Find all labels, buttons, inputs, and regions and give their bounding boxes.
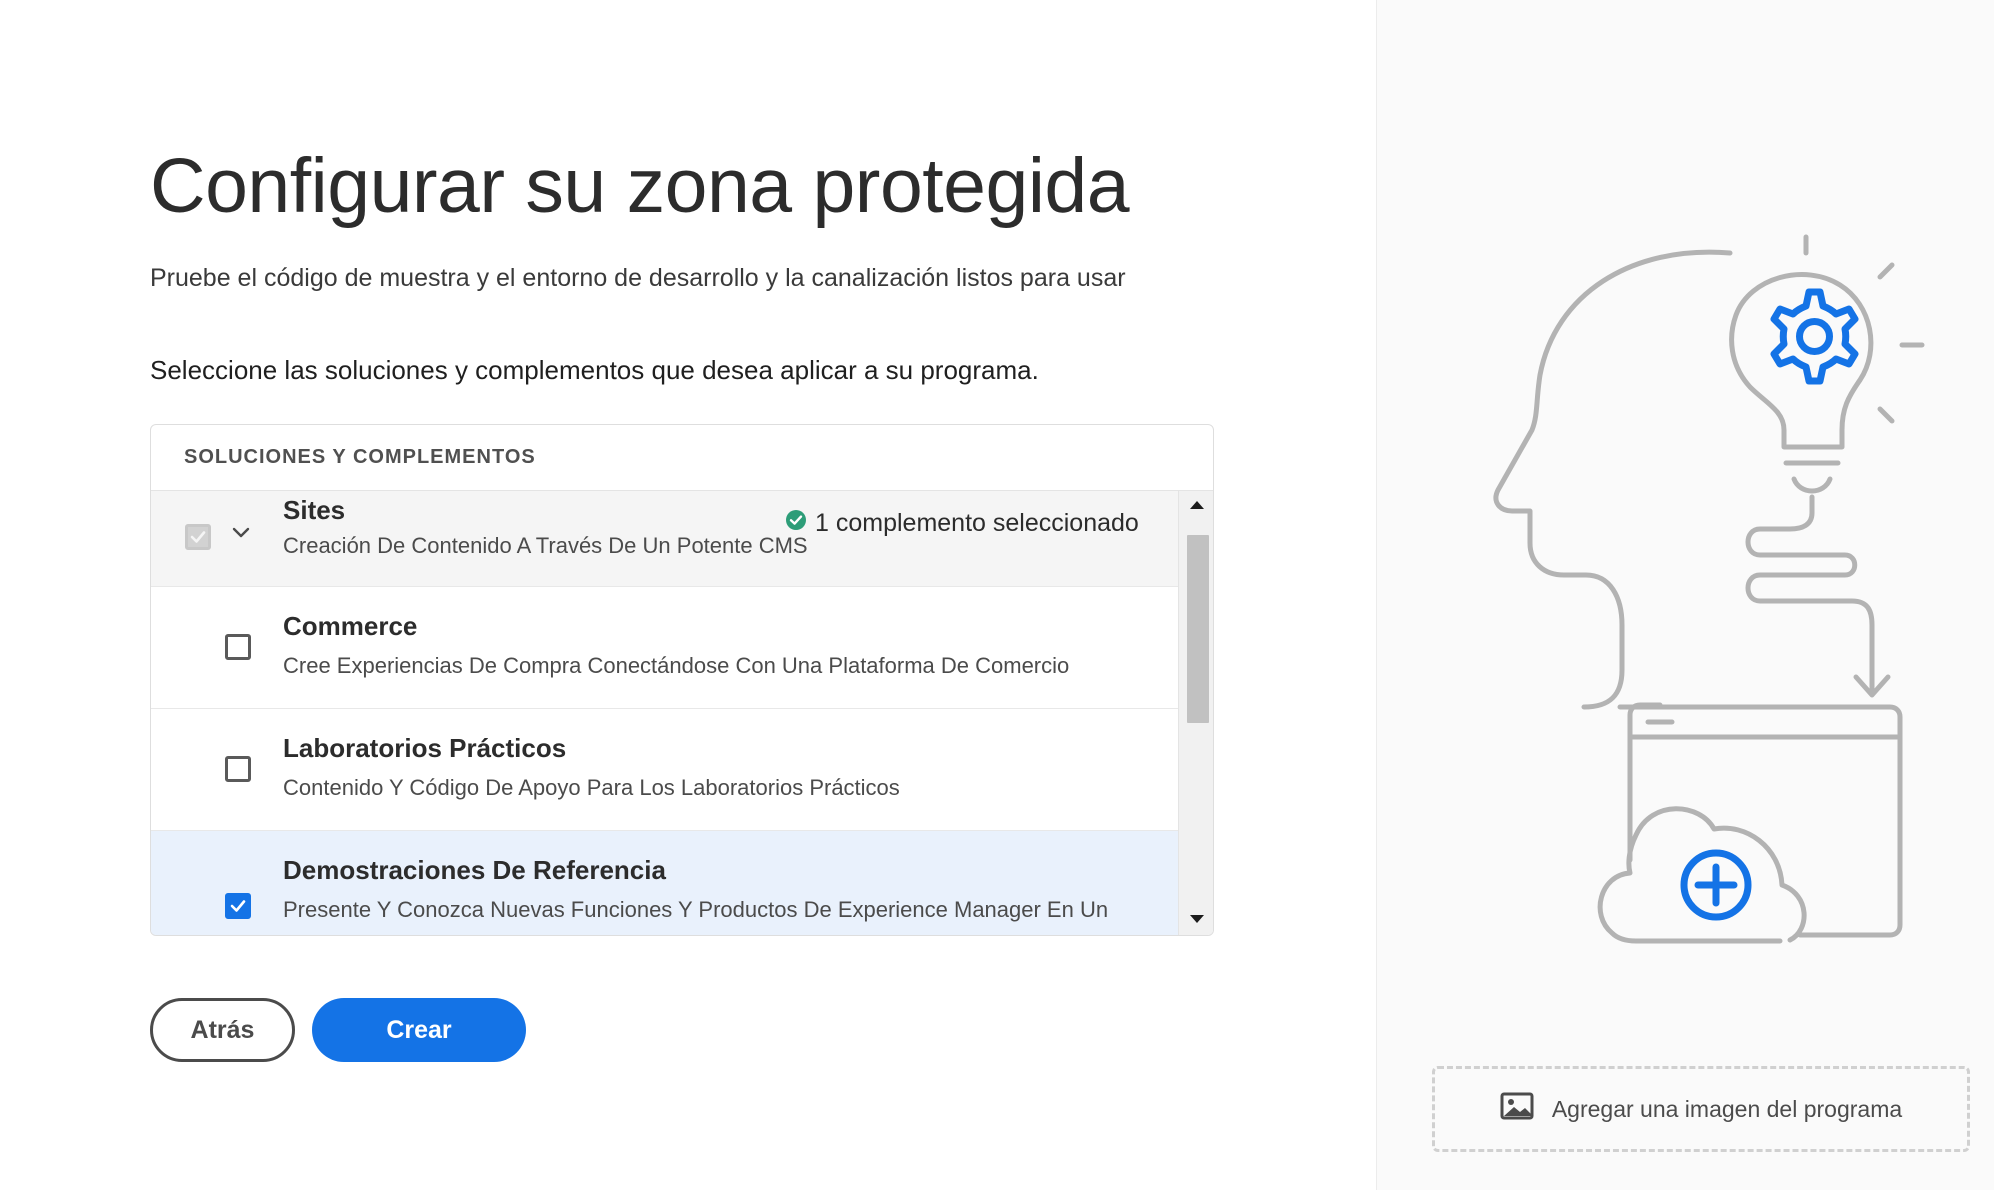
sandbox-illustration — [1493, 234, 1925, 944]
addon-description: Contenido Y Código De Apoyo Para Los Lab… — [283, 775, 900, 800]
scroll-up-arrow-icon[interactable] — [1190, 501, 1204, 509]
commerce-checkbox[interactable] — [225, 634, 251, 660]
image-icon — [1500, 1092, 1534, 1126]
addon-status: 1 complemento seleccionado — [785, 509, 1139, 538]
sites-checkbox[interactable] — [185, 524, 211, 550]
addon-status-text: 1 complemento seleccionado — [815, 509, 1139, 537]
panel-header: SOLUCIONES Y COMPLEMENTOS — [151, 425, 1213, 491]
addon-description: Presente Y Conozca Nuevas Funciones Y Pr… — [283, 897, 1109, 922]
solution-row-sites[interactable]: Sites Creación De Contenido A Través De … — [151, 491, 1178, 587]
page-subtitle: Pruebe el código de muestra y el entorno… — [150, 264, 1126, 292]
addon-row-commerce[interactable]: Commerce Cree Experiencias De Compra Con… — [151, 587, 1178, 709]
scrollbar-thumb[interactable] — [1187, 535, 1209, 723]
add-image-label: Agregar una imagen del programa — [1551, 1095, 1903, 1122]
addon-title: Demostraciones De Referencia — [283, 855, 666, 885]
list-scrollbar[interactable] — [1178, 491, 1213, 935]
addon-description: Cree Experiencias De Compra Conectándose… — [283, 653, 1070, 678]
addon-title: Laboratorios Prácticos — [283, 733, 567, 763]
create-button[interactable]: Crear — [312, 998, 526, 1062]
page-title: Configurar su zona protegida — [150, 143, 1130, 229]
check-circle-icon — [785, 509, 807, 538]
back-button[interactable]: Atrás — [150, 998, 295, 1062]
instruction-text: Seleccione las soluciones y complementos… — [150, 355, 1039, 385]
solutions-list: Sites Creación De Contenido A Través De … — [151, 491, 1178, 935]
laboratorios-checkbox[interactable] — [225, 756, 251, 782]
main-content: Configurar su zona protegida Pruebe el c… — [0, 0, 1376, 1190]
chevron-down-icon[interactable] — [229, 521, 253, 545]
solutions-panel: SOLUCIONES Y COMPLEMENTOS Sites Creación… — [150, 424, 1214, 936]
sites-title: Sites — [283, 495, 346, 525]
addon-title: Commerce — [283, 611, 418, 641]
sites-description: Creación De Contenido A Través De Un Pot… — [283, 533, 808, 558]
demostraciones-checkbox[interactable] — [225, 893, 251, 919]
addon-row-laboratorios[interactable]: Laboratorios Prácticos Contenido Y Códig… — [151, 709, 1178, 831]
add-program-image-button[interactable]: Agregar una imagen del programa — [1432, 1066, 1970, 1152]
addon-row-demostraciones[interactable]: Demostraciones De Referencia Presente Y … — [151, 831, 1178, 935]
scroll-down-arrow-icon[interactable] — [1190, 915, 1204, 923]
